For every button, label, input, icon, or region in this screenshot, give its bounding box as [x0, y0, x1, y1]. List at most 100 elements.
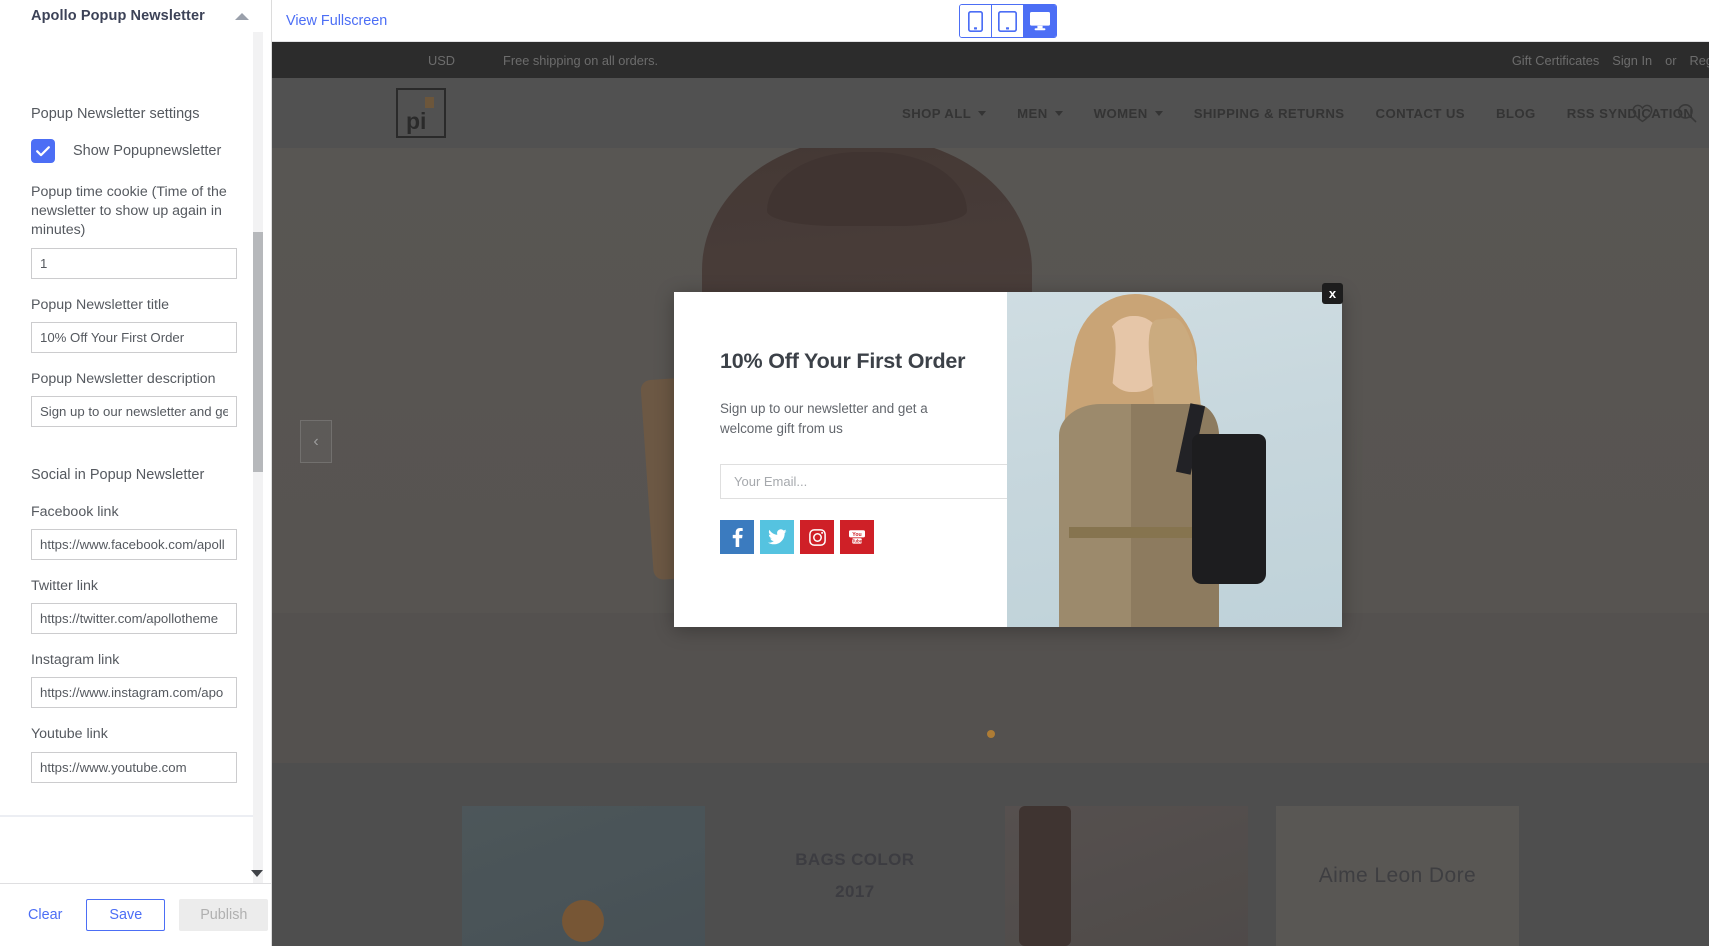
- twitter-link-input[interactable]: [31, 603, 237, 635]
- field-label-popup-newsletter-title: Popup Newsletter title: [31, 296, 170, 313]
- nav-item-blog[interactable]: BLOG: [1496, 106, 1536, 121]
- search-icon[interactable]: [1677, 103, 1697, 123]
- field-label-twitter-link: Twitter link: [31, 578, 99, 595]
- field-label-popup-newsletter-description: Popup Newsletter description: [31, 370, 216, 387]
- clear-button[interactable]: Clear: [18, 901, 72, 929]
- popup-newsletter-title-input[interactable]: [31, 321, 237, 353]
- show-popupnewsletter-label: Show Popupnewsletter: [73, 143, 222, 159]
- hero-slider-dot[interactable]: [986, 730, 995, 738]
- save-button[interactable]: Save: [86, 899, 166, 931]
- promo-title-aime-leon-dore: Aime Leon Dore: [1318, 863, 1477, 887]
- field-popup-newsletter-title: Popup Newsletter title: [31, 296, 237, 353]
- field-label-instagram-link: Instagram link: [31, 652, 120, 669]
- field-facebook-link: Facebook link: [31, 503, 237, 561]
- field-label-youtube-link: Youtube link: [31, 726, 108, 743]
- popup-time-cookie-input[interactable]: [31, 247, 237, 279]
- field-instagram-link: Instagram link: [31, 651, 237, 709]
- sign-in-link[interactable]: Sign In: [1612, 53, 1652, 68]
- nav-label: WOMEN: [1093, 105, 1148, 121]
- field-popup-newsletter-description: Popup Newsletter description: [31, 370, 237, 427]
- device-tablet-button[interactable]: [992, 5, 1024, 37]
- promo-title-line1: BAGS COLOR: [795, 849, 915, 869]
- wishlist-heart-icon[interactable]: [1632, 104, 1653, 123]
- field-twitter-link: Twitter link: [31, 577, 237, 635]
- section-title-social: Social in Popup Newsletter: [31, 466, 205, 483]
- popup-email-input[interactable]: [720, 464, 1008, 500]
- scroll-down-arrow-icon[interactable]: [251, 870, 263, 877]
- field-label-facebook-link: Facebook link: [31, 503, 119, 520]
- promo-card-bags-color[interactable]: BAGS COLOR 2017: [733, 806, 976, 946]
- twitter-icon[interactable]: [760, 520, 794, 555]
- device-mobile-button[interactable]: [960, 5, 992, 37]
- nav-item-shipping-returns[interactable]: SHIPPING & RETURNS: [1194, 106, 1345, 121]
- site-preview-frame: USD Free shipping on all orders. Gift Ce…: [272, 42, 1709, 946]
- promo-card-aime-leon-dore[interactable]: Aime Leon Dore: [1275, 806, 1519, 946]
- hero-ground: [272, 613, 1709, 763]
- popup-social-links: You Tube: [720, 520, 971, 555]
- popup-description: Sign up to our newsletter and get a welc…: [720, 401, 928, 437]
- currency-selector[interactable]: USD: [428, 53, 455, 68]
- svg-text:You: You: [852, 532, 861, 538]
- popup-content: 10% Off Your First Order Sign up to our …: [674, 292, 1052, 627]
- customizer-app: Apollo Popup Newsletter Popup Newsletter…: [0, 0, 1709, 946]
- nav-item-shop-all[interactable]: SHOP ALL: [902, 105, 987, 121]
- hero-prev-arrow-icon[interactable]: ‹: [300, 420, 332, 463]
- site-topbar: USD Free shipping on all orders. Gift Ce…: [272, 42, 1709, 78]
- chevron-down-icon: [978, 110, 987, 116]
- sidebar-scroll-area: Popup Newsletter settings Show Popupnews…: [0, 32, 271, 883]
- popup-newsletter-description-input[interactable]: [31, 395, 237, 427]
- model-belt-shape: [1069, 527, 1211, 538]
- chevron-up-icon[interactable]: [235, 12, 249, 20]
- facebook-icon[interactable]: [720, 520, 754, 555]
- popup-newsletter-modal: x 10% Off Your First Order Sign up to ou…: [674, 283, 1343, 627]
- field-label-popup-time-cookie: Popup time cookie (Time of the newslette…: [31, 184, 227, 239]
- nav-label: MEN: [1017, 105, 1048, 121]
- site-main-nav: SHOP ALL MEN WOMEN SHIPPING & RETURNS CO…: [902, 106, 1693, 121]
- close-icon[interactable]: x: [1322, 283, 1343, 304]
- shipping-promo-text: Free shipping on all orders.: [503, 52, 659, 68]
- show-popupnewsletter-checkbox[interactable]: [31, 139, 55, 163]
- nav-item-men[interactable]: MEN: [1017, 106, 1063, 121]
- settings-sidebar: Apollo Popup Newsletter Popup Newsletter…: [0, 0, 272, 946]
- promo-title-line2: 2017: [835, 882, 875, 901]
- sidebar-scrollbar-thumb[interactable]: [253, 232, 263, 472]
- site-logo[interactable]: pi: [396, 88, 446, 138]
- register-link[interactable]: Reg: [1690, 53, 1709, 68]
- device-desktop-button[interactable]: [1024, 5, 1056, 37]
- promo-figure-shape: [1018, 806, 1071, 946]
- model-bag-shape: [1192, 434, 1266, 584]
- site-header: pi SHOP ALL MEN WOMEN SHIPPING & RETURNS…: [272, 78, 1709, 148]
- nav-label: SHOP ALL: [902, 105, 972, 121]
- promo-card-image-1[interactable]: [462, 806, 706, 946]
- youtube-icon[interactable]: You Tube: [840, 520, 874, 555]
- nav-item-women[interactable]: WOMEN: [1094, 106, 1163, 121]
- sidebar-panel-header[interactable]: Apollo Popup Newsletter: [0, 0, 271, 32]
- device-toggle-group: [959, 4, 1057, 38]
- promo-coin-shape: [562, 900, 604, 942]
- chevron-down-icon: [1054, 110, 1063, 116]
- preview-pane: View Fullscreen USD Free shipping on all…: [272, 0, 1709, 946]
- publish-button[interactable]: Publish: [179, 899, 269, 931]
- logo-text: pi: [406, 108, 427, 134]
- chevron-down-icon: [1154, 110, 1163, 116]
- section-title-settings: Popup Newsletter settings: [31, 106, 200, 122]
- instagram-link-input[interactable]: [31, 677, 237, 709]
- or-text: or: [1665, 52, 1677, 68]
- view-fullscreen-link[interactable]: View Fullscreen: [286, 13, 387, 29]
- nav-item-contact-us[interactable]: CONTACT US: [1376, 106, 1465, 121]
- promo-banner-row: BAGS COLOR 2017 Aime Leon Dore: [272, 763, 1709, 946]
- show-popupnewsletter-row[interactable]: Show Popupnewsletter: [31, 139, 235, 163]
- popup-title: 10% Off Your First Order: [720, 349, 966, 373]
- promo-card-image-2[interactable]: [1004, 806, 1248, 946]
- youtube-link-input[interactable]: [31, 751, 237, 783]
- sidebar-footer: Clear Save Publish: [0, 883, 271, 946]
- instagram-icon[interactable]: [800, 520, 834, 555]
- gift-certificates-link[interactable]: Gift Certificates: [1512, 53, 1599, 68]
- header-icon-group: [1632, 103, 1697, 123]
- panel-title: Apollo Popup Newsletter: [31, 8, 205, 24]
- facebook-link-input[interactable]: [31, 529, 237, 561]
- popup-subscribe-form: [720, 464, 1052, 500]
- svg-text:Tube: Tube: [852, 539, 863, 544]
- popup-hero-image: [1007, 292, 1342, 627]
- sidebar-divider: [0, 815, 253, 817]
